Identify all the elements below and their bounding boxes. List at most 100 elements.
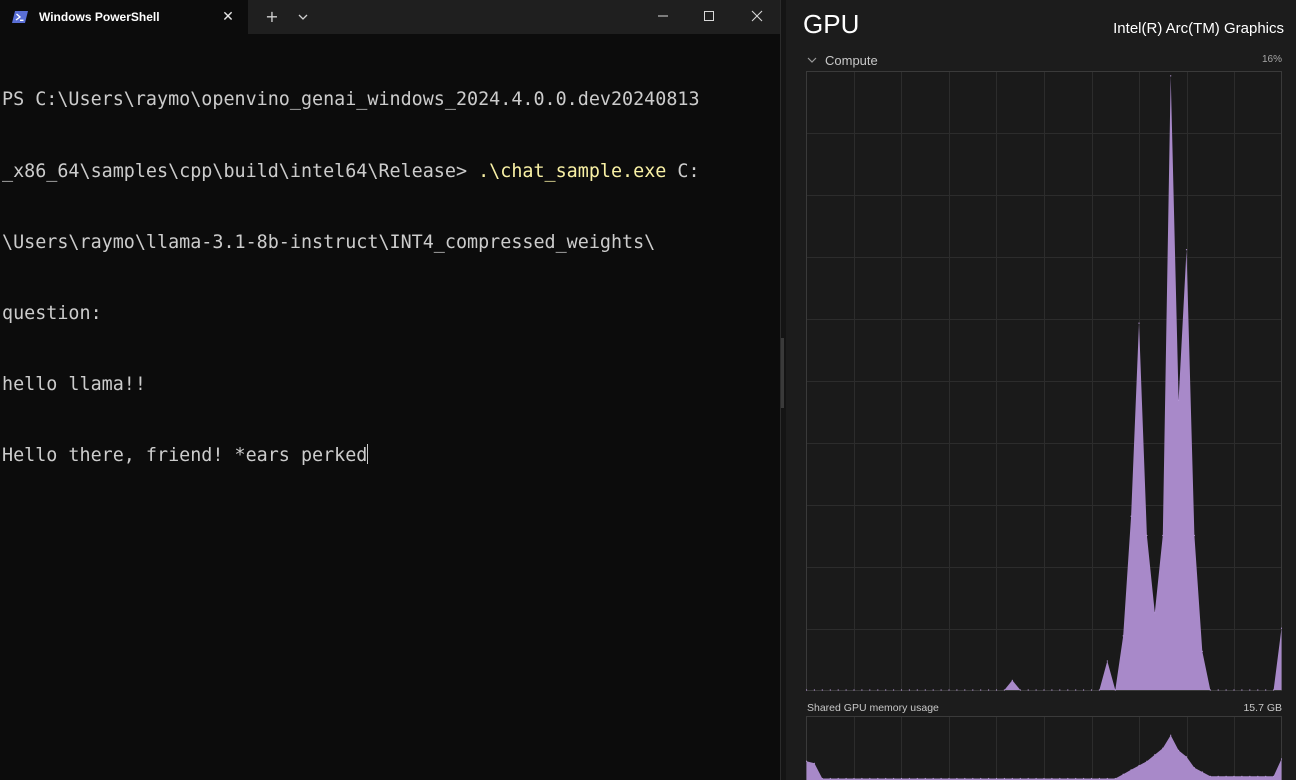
shared-memory-data-point (1225, 775, 1227, 777)
compute-label: Compute (825, 52, 878, 68)
gpu-device-name: Intel(R) Arc(TM) Graphics (1113, 20, 1284, 37)
compute-data-point (1217, 689, 1219, 691)
shared-memory-data-point (853, 777, 855, 780)
close-icon (751, 10, 763, 22)
compute-data-point (980, 689, 982, 691)
compute-data-point (1122, 635, 1124, 637)
shared-memory-data-point (1265, 775, 1267, 777)
resize-handle[interactable] (781, 338, 784, 408)
compute-data-point (1090, 689, 1093, 691)
shared-memory-data-point (932, 777, 934, 780)
command-argument: C: (666, 160, 700, 182)
shared-memory-data-point (1138, 764, 1140, 767)
terminal-line: PS C:\Users\raymo\openvino_genai_windows… (2, 89, 700, 111)
compute-data-point (1185, 249, 1188, 251)
compute-data-point (964, 689, 966, 691)
shared-memory-usage-graph (806, 716, 1282, 780)
shared-memory-data-point (995, 777, 998, 780)
command-name: .\chat_sample.exe (478, 160, 667, 182)
compute-data-point (1083, 689, 1085, 691)
shared-memory-label: Shared GPU memory usage (807, 702, 939, 714)
compute-data-point (1011, 679, 1013, 681)
compute-data-point (853, 689, 855, 691)
shared-memory-data-point (1075, 777, 1077, 780)
compute-data-point (1059, 689, 1061, 691)
engine-selector[interactable]: Compute (806, 51, 878, 69)
shared-memory-data-point (1122, 773, 1124, 775)
compute-data-point (1146, 534, 1148, 537)
shared-memory-data-point (1209, 775, 1211, 777)
compute-data-point (893, 689, 895, 691)
compute-data-point (861, 689, 863, 691)
chevron-down-icon (807, 57, 817, 63)
terminal-line: question: (2, 302, 102, 324)
shared-memory-data-point (980, 777, 982, 780)
maximize-icon (704, 11, 714, 21)
shared-memory-data-point (837, 777, 839, 780)
close-icon[interactable]: ✕ (218, 7, 238, 27)
compute-data-point (813, 689, 815, 691)
shared-memory-data-point (1178, 749, 1180, 751)
compute-data-point (916, 689, 918, 691)
minimize-button[interactable] (640, 0, 686, 34)
shared-memory-data-point (1130, 769, 1132, 771)
shared-memory-data-point (1217, 775, 1219, 777)
shared-memory-data-point (813, 762, 815, 764)
shared-memory-data-point (1170, 734, 1172, 736)
shared-memory-data-point (1003, 777, 1005, 780)
maximize-button[interactable] (686, 0, 732, 34)
compute-data-point (956, 689, 958, 691)
compute-data-point (1162, 534, 1164, 537)
shared-memory-data-point (861, 777, 863, 780)
shared-memory-data-point (1193, 767, 1195, 769)
plus-icon[interactable]: + (262, 7, 282, 27)
shared-memory-data-point (1043, 777, 1045, 780)
powershell-window: Windows PowerShell ✕ + PS C:\Users\raymo… (0, 0, 780, 780)
compute-data-point (1209, 689, 1211, 691)
compute-data-point (1051, 689, 1053, 691)
terminal-line: hello llama!! (2, 373, 146, 395)
compute-data-point (988, 689, 990, 691)
terminal-output[interactable]: PS C:\Users\raymo\openvino_genai_windows… (2, 41, 778, 515)
compute-data-point (1225, 689, 1227, 691)
compute-data-point (837, 689, 839, 691)
compute-data-point (1043, 689, 1045, 691)
compute-data-point (1257, 689, 1259, 691)
shared-memory-data-point (877, 777, 879, 780)
tab-windows-powershell[interactable]: Windows PowerShell ✕ (0, 0, 248, 34)
shared-memory-data-point (893, 777, 895, 780)
powershell-icon (12, 11, 28, 23)
compute-data-point (1019, 689, 1021, 691)
compute-data-point (1027, 689, 1029, 691)
close-button[interactable] (734, 0, 780, 34)
compute-data-point (1273, 689, 1275, 691)
shared-memory-data-point (1035, 777, 1037, 780)
compute-data-point (821, 689, 823, 691)
compute-data-point (1193, 534, 1195, 537)
compute-data-point (1241, 689, 1243, 691)
shared-memory-data-point (1059, 777, 1061, 780)
shared-memory-data-point (964, 777, 966, 780)
minimize-icon (658, 15, 668, 17)
compute-data-point (845, 689, 847, 691)
compute-data-point (940, 689, 942, 691)
compute-data-point (972, 689, 974, 691)
shared-memory-data-point (1090, 777, 1093, 780)
compute-data-point (1154, 612, 1156, 614)
chevron-down-icon[interactable] (294, 7, 312, 27)
compute-data-point (829, 689, 831, 691)
gpu-performance-panel: GPU Intel(R) Arc(TM) Graphics Compute 16… (786, 0, 1296, 780)
compute-max-value: 16% (1261, 54, 1282, 65)
shared-memory-data-point (1257, 775, 1259, 777)
compute-data-point (995, 689, 998, 691)
screen: Windows PowerShell ✕ + PS C:\Users\raymo… (0, 0, 1296, 780)
shared-memory-data-point (1083, 777, 1085, 780)
title-bar[interactable]: Windows PowerShell ✕ + (0, 0, 780, 34)
compute-data-point (1130, 515, 1132, 517)
shared-memory-data-point (1154, 754, 1156, 756)
shared-memory-data-point (829, 777, 831, 780)
compute-data-point (1265, 689, 1267, 691)
shared-memory-data-point (940, 777, 942, 780)
shared-memory-data-point (908, 777, 910, 780)
shared-memory-data-point (1106, 777, 1108, 780)
